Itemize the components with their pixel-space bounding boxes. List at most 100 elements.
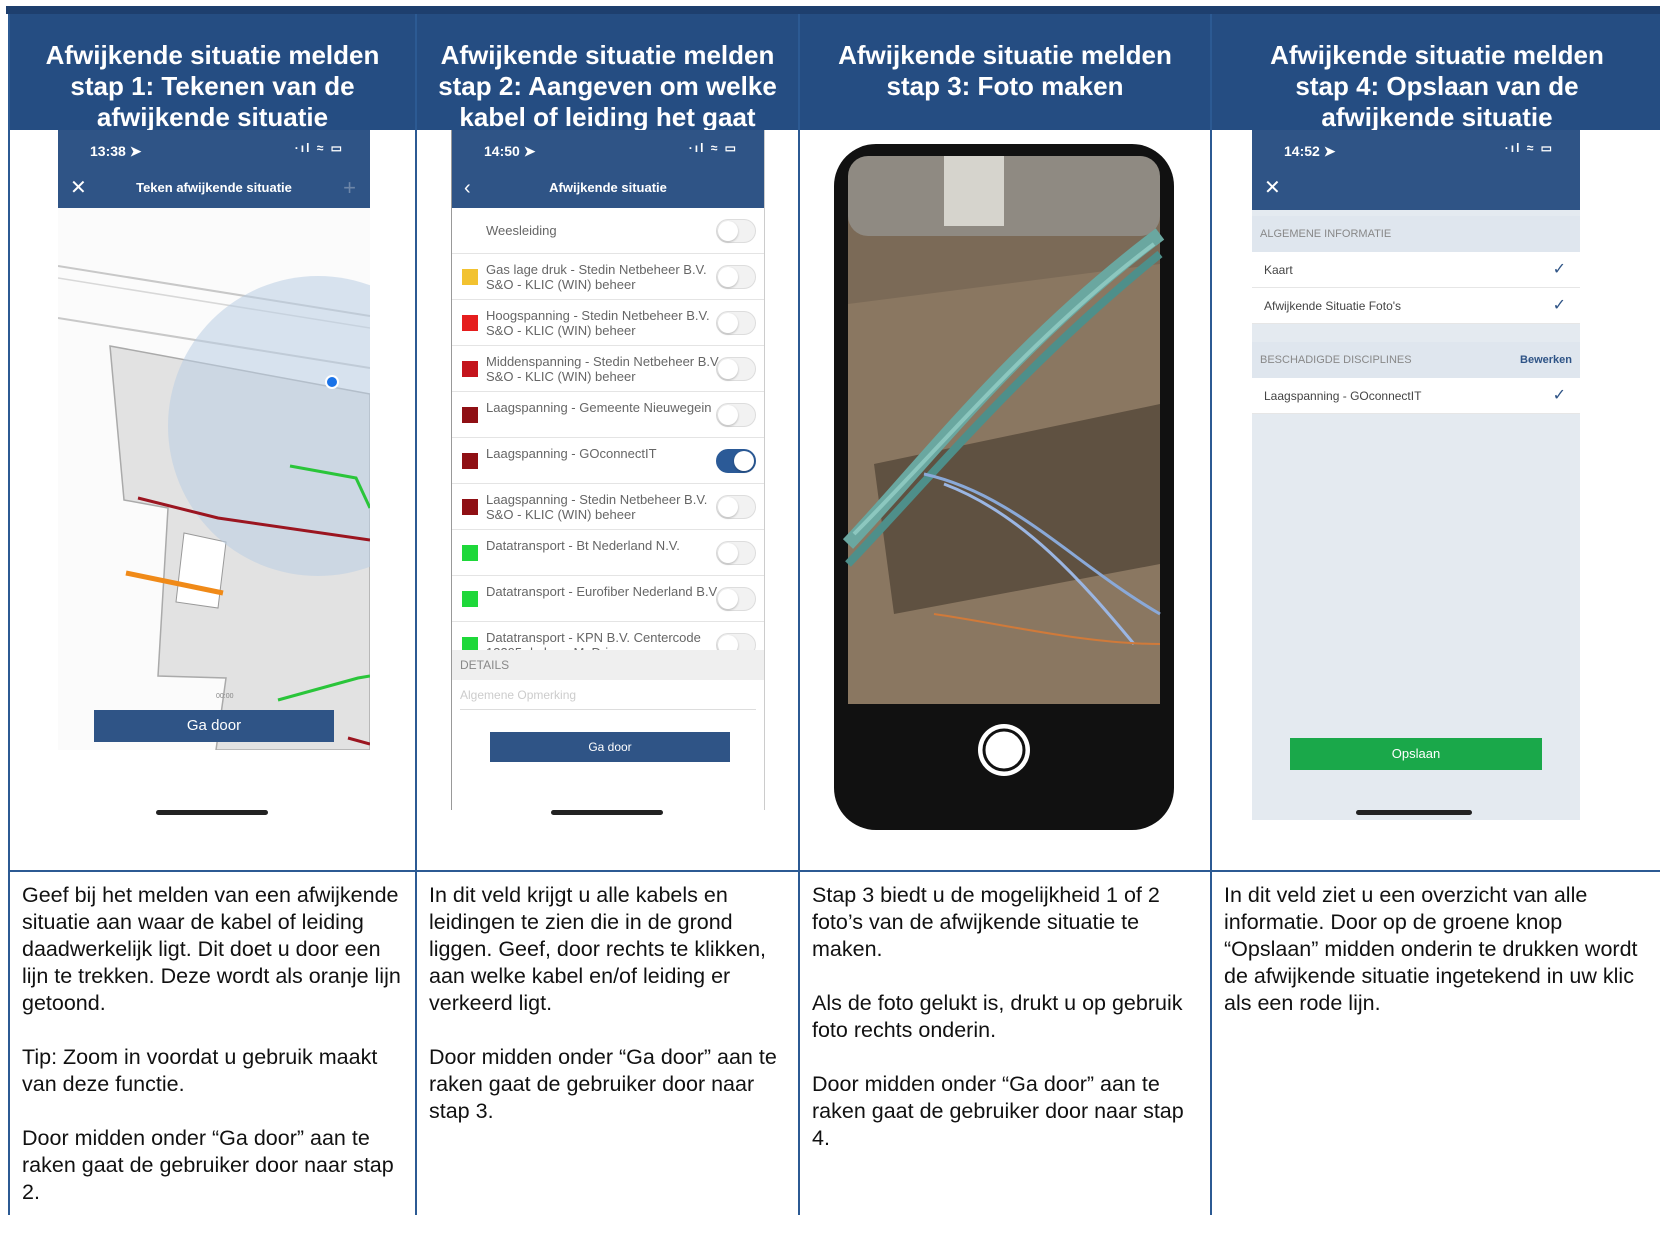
cable-toggle[interactable]	[716, 449, 756, 473]
paragraph: Tip: Zoom in voordat u gebruik maakt van…	[22, 1045, 378, 1096]
opslaan-button[interactable]: Opslaan	[1290, 738, 1542, 770]
nav-bar: ‹ Afwijkende situatie	[452, 168, 764, 208]
step-2-screenshot-cell: 14:50 ➤ ·ıl ≈ ▭ ‹ Afwijkende situatie We…	[417, 130, 798, 872]
cable-toggle[interactable]	[716, 541, 756, 565]
color-swatch	[462, 407, 478, 423]
remark-field[interactable]: Algemene Opmerking	[460, 680, 756, 710]
paragraph: Door midden onder “Ga door” aan te raken…	[429, 1045, 777, 1123]
instruction-page: Afwijkende situatie melden stap 1: Teken…	[0, 0, 1660, 1215]
top-rule	[6, 6, 1660, 14]
cable-row[interactable]: Weesleiding	[452, 208, 764, 254]
step-2-title: Afwijkende situatie melden stap 2: Aange…	[417, 14, 798, 130]
cable-toggle[interactable]	[716, 219, 756, 243]
paragraph: Door midden onder “Ga door” aan te raken…	[22, 1126, 394, 1204]
nav-bar: ✕	[1252, 168, 1580, 210]
check-icon: ✓	[1552, 387, 1566, 404]
cable-row[interactable]: Laagspanning - Stedin Netbeheer B.V. S&O…	[452, 484, 764, 530]
steps-table: Afwijkende situatie melden stap 1: Teken…	[8, 14, 1660, 1215]
title-line: afwijkende situatie	[96, 102, 329, 130]
status-icons: ·ıl ≈ ▭	[688, 141, 738, 155]
cable-label: Laagspanning - Stedin Netbeheer B.V. S&O…	[486, 492, 708, 522]
step-1-title: Afwijkende situatie melden stap 1: Teken…	[10, 14, 415, 130]
color-swatch	[462, 315, 478, 331]
item-label: Kaart	[1264, 263, 1293, 277]
step-1-screenshot-cell: 13:38 ➤ ·ıl ≈ ▭ ✕ Teken afwijkende situa…	[10, 130, 415, 872]
close-icon[interactable]: ✕	[1264, 168, 1281, 208]
cable-toggle[interactable]	[716, 495, 756, 519]
status-time: 14:52 ➤	[1284, 143, 1336, 159]
step-3-screenshot-cell	[800, 130, 1210, 872]
cable-toggle[interactable]	[716, 587, 756, 611]
step-3-column: Afwijkende situatie melden stap 3: Foto …	[800, 14, 1212, 1215]
check-icon: ✓	[1552, 297, 1566, 314]
step-2-column: Afwijkende situatie melden stap 2: Aange…	[417, 14, 800, 1215]
check-icon: ✓	[1552, 261, 1566, 278]
cable-toggle[interactable]	[716, 311, 756, 335]
title-line: afwijkende situatie	[1321, 102, 1553, 130]
title-line: Afwijkende situatie melden	[45, 40, 380, 70]
item-discipline[interactable]: Laagspanning - GOconnectIT ✓	[1252, 378, 1580, 414]
cable-label: Laagspanning - Gemeente Nieuwegein	[486, 400, 712, 415]
home-indicator	[1356, 810, 1472, 815]
cable-label: Laagspanning - GOconnectIT	[486, 446, 657, 461]
home-indicator	[156, 810, 268, 815]
cable-row[interactable]: Gas lage druk - Stedin Netbeheer B.V. S&…	[452, 254, 764, 300]
home-indicator	[551, 810, 663, 815]
status-time: 14:50 ➤	[484, 143, 536, 159]
title-line: stap 4: Opslaan van de	[1295, 71, 1579, 101]
status-icons: ·ıl ≈ ▭	[294, 141, 344, 155]
add-icon[interactable]: +	[343, 168, 356, 208]
step-3-phone	[834, 144, 1174, 830]
paragraph: In dit veld krijgt u alle kabels en leid…	[429, 883, 767, 1015]
status-icons: ·ıl ≈ ▭	[1504, 141, 1554, 155]
cable-label: Gas lage druk - Stedin Netbeheer B.V. S&…	[486, 262, 707, 292]
item-label: Laagspanning - GOconnectIT	[1264, 389, 1422, 403]
back-icon[interactable]: ‹	[464, 168, 471, 208]
paragraph: Door midden onder “Ga door” aan te raken…	[812, 1072, 1184, 1150]
cable-toggle[interactable]	[716, 357, 756, 381]
paragraph: Als de foto gelukt is, drukt u op gebrui…	[812, 991, 1183, 1042]
step-4-column: Afwijkende situatie melden stap 4: Opsla…	[1212, 14, 1660, 1215]
color-swatch	[462, 591, 478, 607]
location-dot	[325, 375, 339, 389]
cable-row[interactable]: Laagspanning - GOconnectIT	[452, 438, 764, 484]
cable-row[interactable]: Middenspanning - Stedin Netbeheer B.V. S…	[452, 346, 764, 392]
title-line: stap 2: Aangeven om welke	[438, 71, 777, 101]
title-line: Afwijkende situatie melden	[838, 40, 1172, 70]
section-label: BESCHADIGDE DISCIPLINES	[1260, 354, 1412, 366]
close-icon[interactable]: ✕	[70, 168, 87, 208]
color-swatch	[462, 453, 478, 469]
paragraph: In dit veld ziet u een overzicht van all…	[1224, 883, 1638, 1015]
step-2-description: In dit veld krijgt u alle kabels en leid…	[429, 882, 790, 1152]
item-label: Afwijkende Situatie Foto's	[1264, 299, 1402, 313]
details-header: DETAILS	[452, 650, 764, 680]
edit-link[interactable]: Bewerken	[1520, 342, 1572, 378]
status-bar: 14:50 ➤ ·ıl ≈ ▭	[452, 130, 764, 168]
cable-label: Datatransport - Bt Nederland N.V.	[486, 538, 680, 553]
color-swatch	[462, 269, 478, 285]
color-swatch	[462, 361, 478, 377]
ga-door-button[interactable]: Ga door	[94, 710, 334, 742]
title-line: stap 3: Foto maken	[886, 71, 1124, 101]
cable-row[interactable]: Hoogspanning - Stedin Netbeheer B.V. S&O…	[452, 300, 764, 346]
paragraph: Geef bij het melden van een afwijkende s…	[22, 883, 401, 1015]
step-3-description: Stap 3 biedt u de mogelijkheid 1 of 2 fo…	[812, 882, 1202, 1179]
map-canvas[interactable]: 00:00	[58, 208, 370, 750]
title-line: Afwijkende situatie melden	[1270, 40, 1604, 70]
cable-toggle[interactable]	[716, 403, 756, 427]
ga-door-button[interactable]: Ga door	[490, 732, 730, 762]
step-4-phone: 14:52 ➤ ·ıl ≈ ▭ ✕ ALGEMENE INFORMATIE Ka…	[1252, 130, 1580, 820]
cable-row[interactable]: Datatransport - Bt Nederland N.V.	[452, 530, 764, 576]
status-bar: 13:38 ➤ ·ıl ≈ ▭	[58, 130, 370, 168]
cable-label: Middenspanning - Stedin Netbeheer B.V. S…	[486, 354, 722, 384]
cable-row[interactable]: Datatransport - Eurofiber Nederland B.V.	[452, 576, 764, 622]
cable-toggle[interactable]	[716, 265, 756, 289]
item-photos[interactable]: Afwijkende Situatie Foto's ✓	[1252, 288, 1580, 324]
cable-row[interactable]: Laagspanning - Gemeente Nieuwegein	[452, 392, 764, 438]
cable-label: Datatransport - Eurofiber Nederland B.V.	[486, 584, 720, 599]
step-4-title: Afwijkende situatie melden stap 4: Opsla…	[1212, 14, 1660, 130]
cable-label: Weesleiding	[486, 223, 557, 238]
title-line: kabel of leiding het gaat	[459, 102, 756, 130]
item-kaart[interactable]: Kaart ✓	[1252, 252, 1580, 288]
nav-title: Afwijkende situatie	[549, 180, 667, 195]
